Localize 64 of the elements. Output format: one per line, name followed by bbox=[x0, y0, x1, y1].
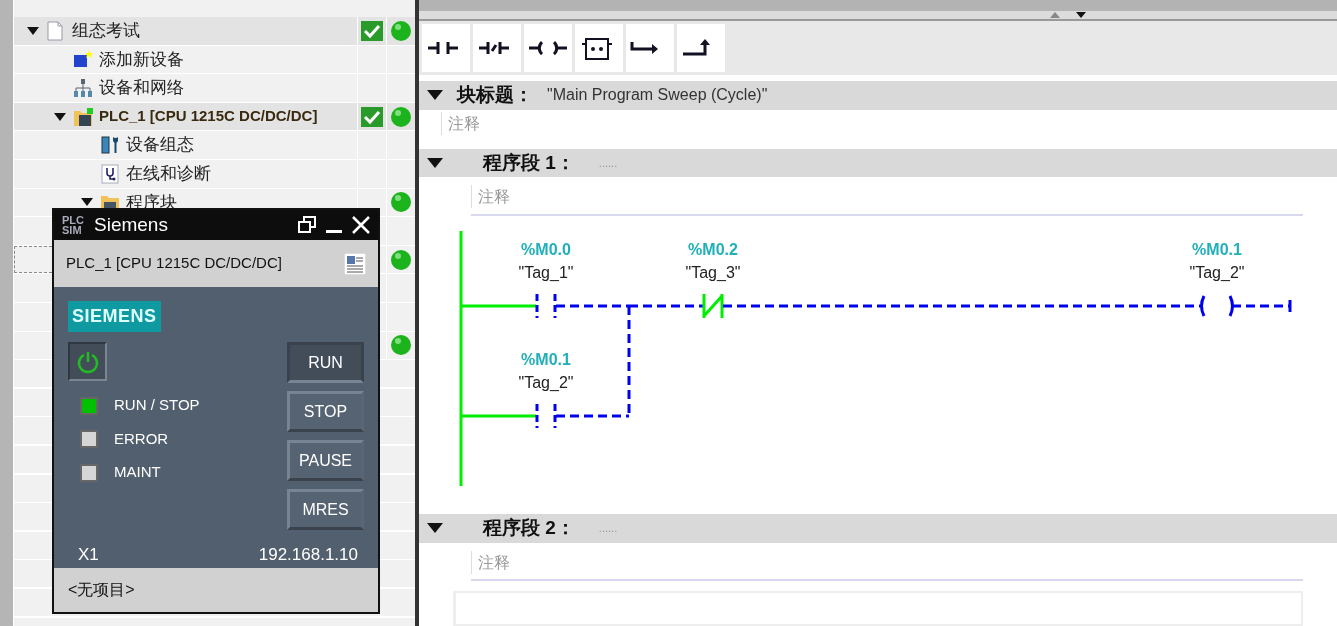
collapse-icon[interactable] bbox=[427, 158, 443, 169]
led-label: RUN / STOP bbox=[114, 395, 200, 416]
project-status: <无项目> bbox=[68, 580, 135, 600]
mode-button[interactable]: MRES bbox=[287, 489, 364, 531]
block-title[interactable]: "Main Program Sweep (Cycle)" bbox=[547, 83, 768, 108]
close-branch-icon[interactable] bbox=[677, 24, 725, 72]
tag-address: %M0.2 bbox=[688, 241, 738, 259]
block-title-label: 块标题： bbox=[457, 83, 533, 107]
tag-address: %M0.1 bbox=[521, 351, 571, 369]
tree-label: 添加新设备 bbox=[99, 48, 184, 71]
collapse-icon[interactable] bbox=[427, 523, 443, 534]
add-device-icon bbox=[73, 49, 93, 70]
brand-logo: SIEMENS bbox=[68, 301, 161, 333]
stethoscope-icon bbox=[100, 163, 120, 184]
tree-label: 在线和诊断 bbox=[126, 163, 211, 185]
device-name: PLC_1 [CPU 1215C DC/DC/DC] bbox=[66, 253, 282, 274]
collapse-icon[interactable] bbox=[427, 90, 443, 101]
restore-icon[interactable] bbox=[298, 215, 316, 234]
panel-view-icon[interactable] bbox=[344, 252, 366, 275]
normally-open-contact[interactable] bbox=[535, 292, 557, 320]
tree-item[interactable]: 设备组态 bbox=[14, 131, 357, 159]
network-title: 程序段 1： bbox=[483, 150, 575, 175]
close-icon[interactable] bbox=[352, 215, 370, 234]
caret-icon[interactable] bbox=[27, 26, 39, 35]
tree-item[interactable]: 在线和诊断 bbox=[14, 159, 357, 188]
tree-label: 设备组态 bbox=[126, 134, 194, 157]
tag-name: "Tag_1" bbox=[518, 264, 574, 282]
tag-name: "Tag_3" bbox=[685, 264, 741, 282]
tree-label: 设备和网络 bbox=[99, 77, 184, 100]
tag-name: "Tag_2" bbox=[1189, 264, 1245, 282]
open-branch-icon[interactable] bbox=[626, 24, 674, 72]
mode-button[interactable]: RUN bbox=[287, 342, 364, 384]
power-button[interactable] bbox=[68, 342, 107, 382]
ip-address: 192.168.1.10 bbox=[258, 544, 358, 567]
led-label: MAINT bbox=[114, 462, 161, 483]
tree-item[interactable]: 添加新设备 bbox=[14, 45, 357, 74]
mode-button[interactable]: PAUSE bbox=[287, 440, 364, 482]
function-box-icon[interactable] bbox=[575, 24, 623, 72]
window-title: Siemens bbox=[94, 212, 169, 237]
network-icon bbox=[73, 78, 93, 98]
logo-text: SIM bbox=[62, 224, 82, 235]
tree-item[interactable]: 设备和网络 bbox=[14, 74, 357, 102]
caret-icon[interactable] bbox=[54, 112, 66, 121]
led-label: ERROR bbox=[114, 429, 169, 449]
document-icon bbox=[46, 20, 66, 41]
power-icon bbox=[75, 350, 100, 374]
normally-closed-contact-icon[interactable] bbox=[473, 24, 521, 72]
ladder-network[interactable]: %M0.0 "Tag_1" %M0.1 "Tag_2" %M0.2 "Tag_3" %M0.1 "Tag_2" bbox=[419, 216, 1337, 507]
coil[interactable] bbox=[1200, 294, 1234, 318]
normally-open-contact-icon[interactable] bbox=[422, 24, 470, 72]
network-title: 程序段 2： bbox=[483, 516, 575, 541]
tag-name: "Tag_2" bbox=[518, 374, 574, 392]
port-label: X1 bbox=[78, 544, 99, 567]
tag-address: %M0.0 bbox=[521, 241, 571, 259]
logo-text: PLC bbox=[62, 214, 84, 225]
tree-label: PLC_1 [CPU 1215C DC/DC/DC] bbox=[99, 106, 318, 127]
mode-button[interactable]: STOP bbox=[287, 391, 364, 433]
rung-end bbox=[1232, 300, 1292, 313]
normally-open-contact[interactable] bbox=[535, 402, 557, 430]
tree-label: 组态考试 bbox=[72, 20, 140, 43]
device-config-icon bbox=[100, 135, 120, 156]
plc-folder-icon bbox=[73, 106, 93, 127]
coil-icon[interactable] bbox=[524, 24, 572, 72]
tag-address: %M0.1 bbox=[1192, 241, 1242, 259]
